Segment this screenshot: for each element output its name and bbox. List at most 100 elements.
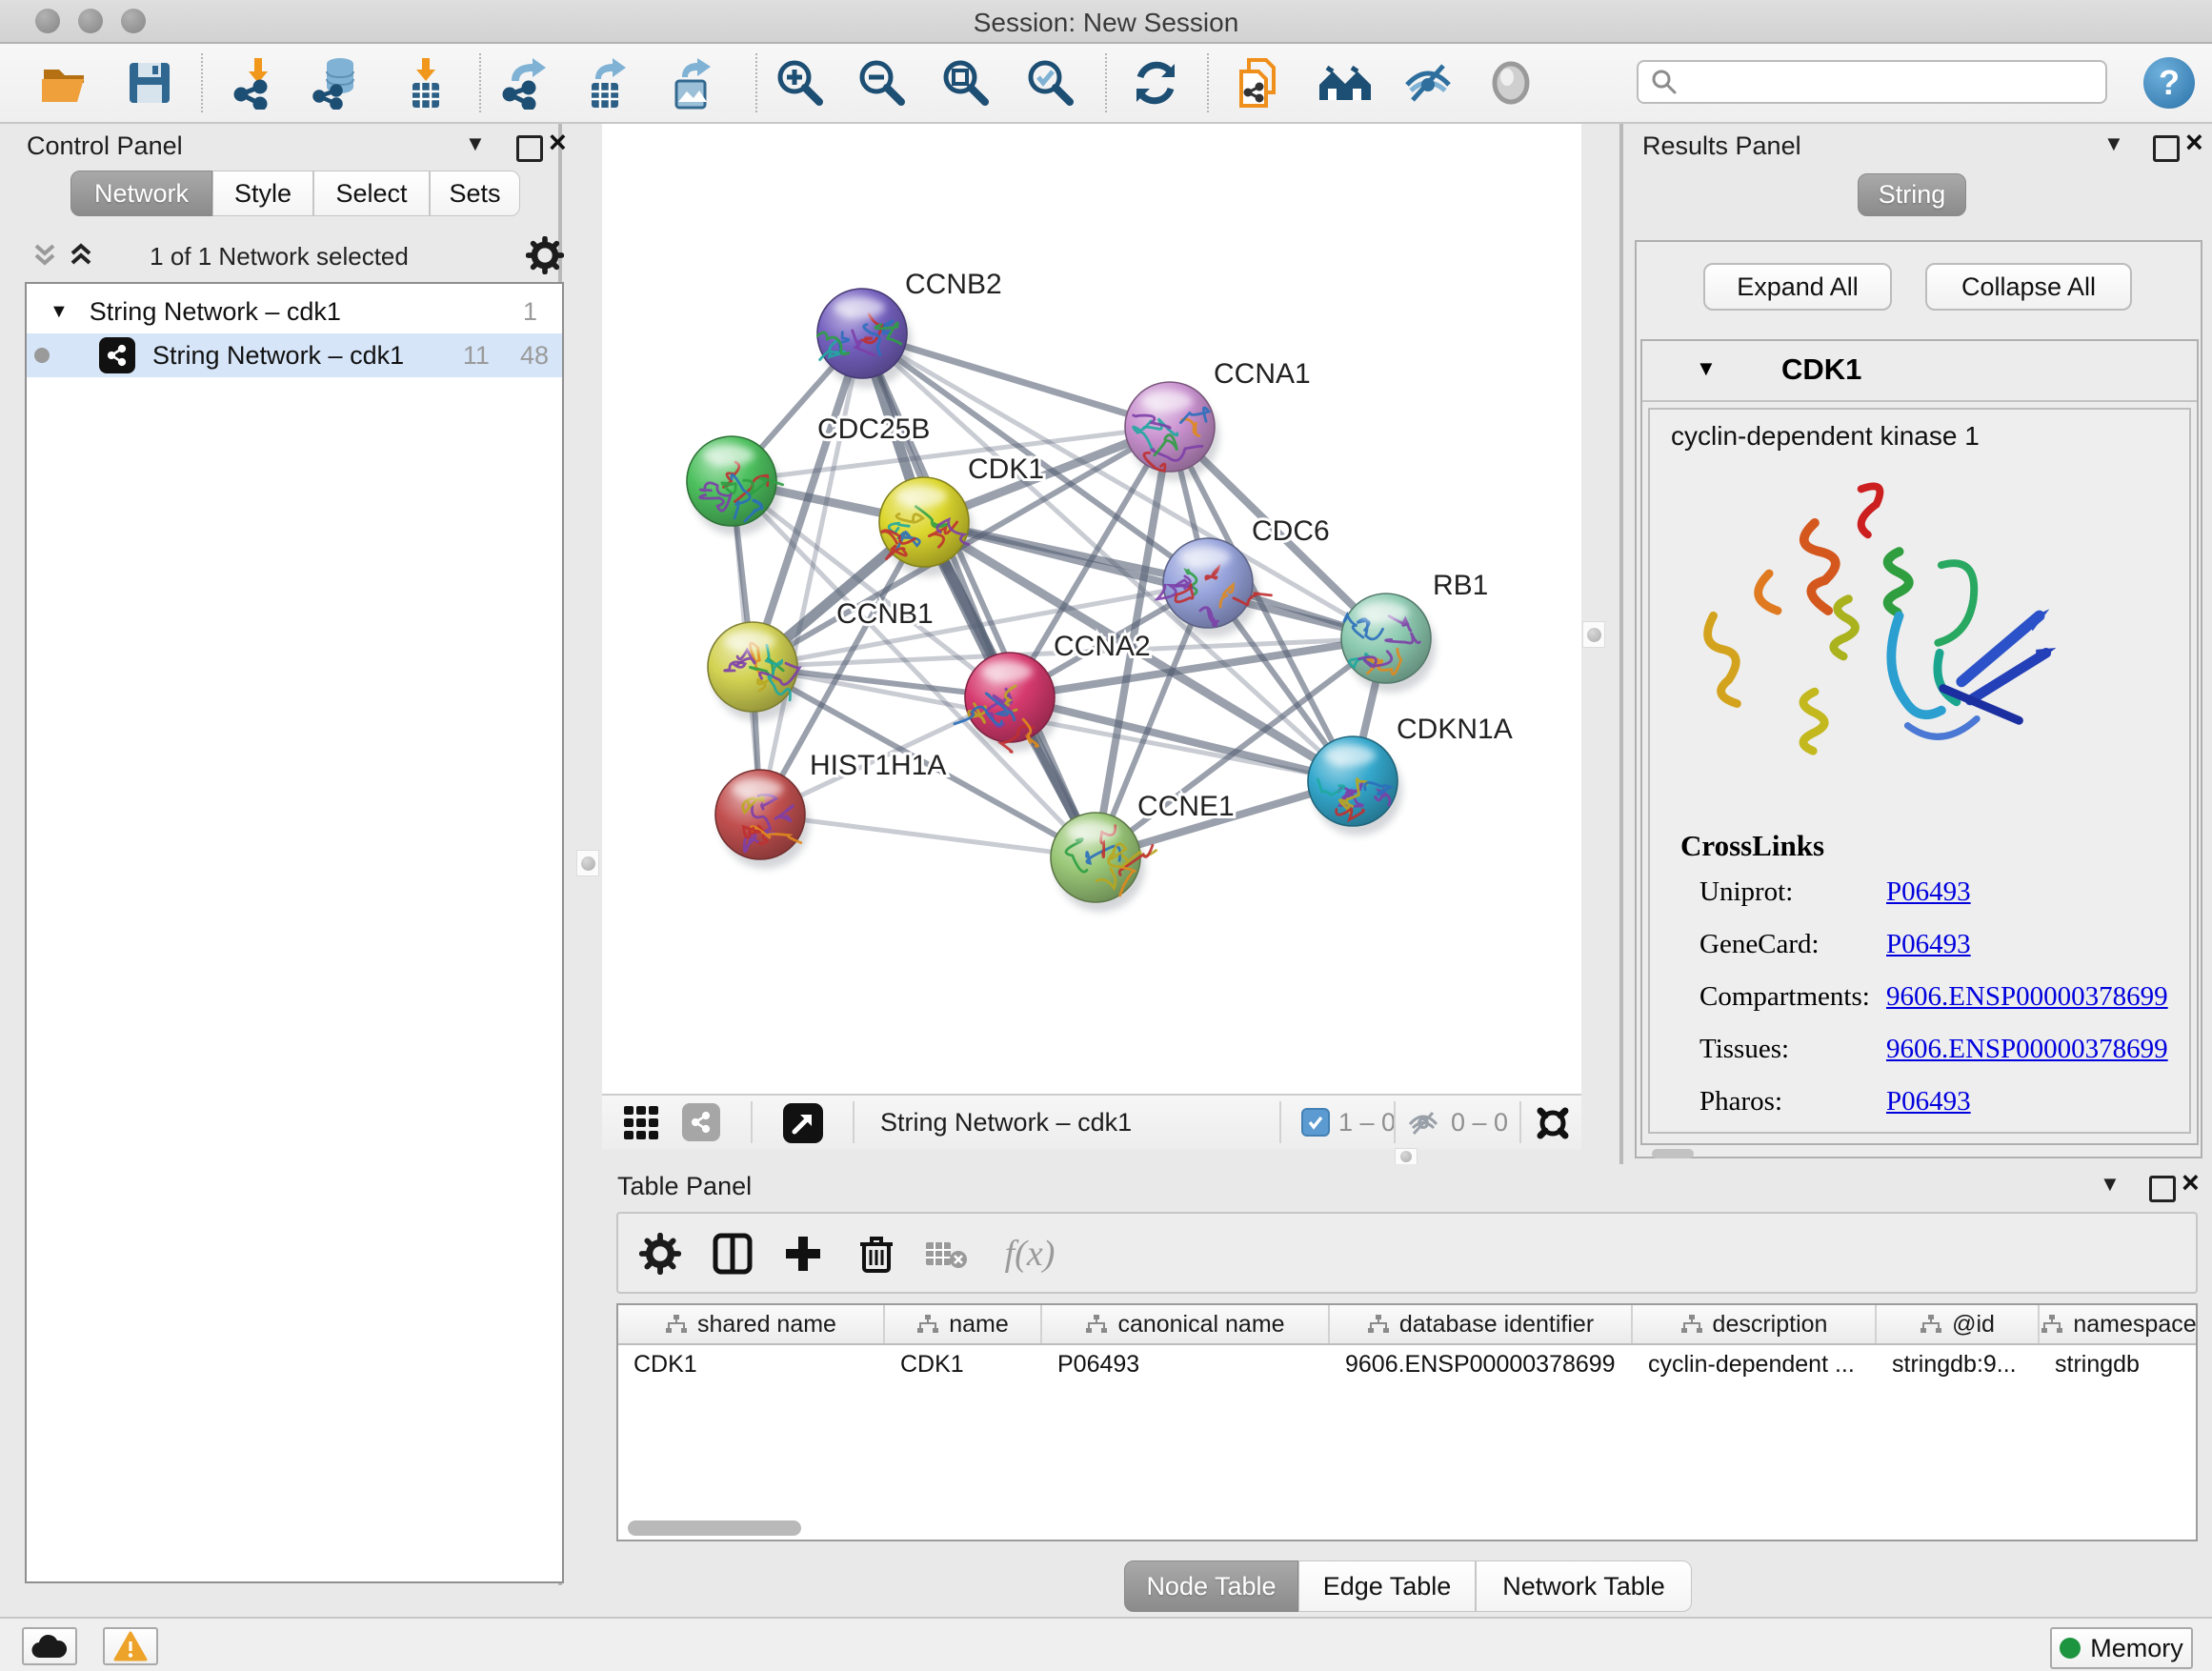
gene-section: ▼ CDK1 cyclin-dependent kinase 1 <box>1640 339 2199 1145</box>
clone-network-button[interactable] <box>1233 55 1288 111</box>
node-label: CCNB2 <box>905 269 1002 300</box>
import-network-database-button[interactable] <box>311 55 366 111</box>
results-panel-title: Results Panel <box>1642 131 1801 161</box>
collection-expand-icon[interactable]: ▼ <box>50 301 69 323</box>
status-bar: Memory <box>0 1617 2212 1671</box>
panel-close-icon[interactable]: × <box>2185 131 2203 152</box>
grid-view-icon[interactable] <box>623 1105 659 1141</box>
gene-details: cyclin-dependent kinase 1 <box>1648 408 2191 1134</box>
tab-edge-table[interactable]: Edge Table <box>1298 1560 1476 1612</box>
help-button[interactable]: ? <box>2143 57 2195 109</box>
show-all-panels-button[interactable] <box>1317 55 1373 111</box>
table-cell[interactable]: P06493 <box>1042 1345 1330 1383</box>
network-share-icon[interactable] <box>682 1103 720 1141</box>
panel-menu-icon[interactable]: ▼ <box>2103 131 2124 156</box>
table-cell[interactable]: CDK1 <box>885 1345 1042 1383</box>
search-input[interactable] <box>1679 67 2082 98</box>
panel-close-icon[interactable]: × <box>2182 1172 2200 1193</box>
zoom-selected-button[interactable] <box>1023 55 1078 111</box>
collapse-all-button[interactable]: Collapse All <box>1925 263 2132 311</box>
column-header[interactable]: description <box>1633 1305 1877 1343</box>
function-builder-icon[interactable]: f(x) <box>992 1227 1068 1280</box>
network-canvas[interactable]: CCNB2CCNA1CDC25BCDK1CDC6RB1CCNB1CCNA2CDK… <box>602 124 1581 1094</box>
panel-float-icon[interactable] <box>2153 135 2180 167</box>
warning-icon <box>113 1631 148 1661</box>
section-collapse-icon[interactable]: ▼ <box>1696 356 1717 381</box>
show-columns-icon[interactable] <box>706 1227 759 1280</box>
export-network-icon <box>498 56 552 110</box>
tab-sets[interactable]: Sets <box>430 171 520 216</box>
crosslinks-title: CrossLinks <box>1680 829 1824 863</box>
network-row-selected[interactable]: String Network – cdk1 11 48 <box>27 333 562 377</box>
import-network-file-button[interactable] <box>231 55 286 111</box>
tab-network[interactable]: Network <box>70 171 212 216</box>
node-label: CDC25B <box>817 413 930 445</box>
tab-network-table[interactable]: Network Table <box>1476 1560 1692 1612</box>
uniprot-link[interactable]: P06493 <box>1886 876 1971 908</box>
panel-menu-icon[interactable]: ▼ <box>465 131 486 156</box>
table-cell[interactable]: stringdb <box>2040 1345 2198 1383</box>
open-session-button[interactable] <box>37 55 92 111</box>
fit-selected-crosshair-icon[interactable] <box>1532 1102 1574 1144</box>
network-graph[interactable]: CCNB2CCNA1CDC25BCDK1CDC6RB1CCNB1CCNA2CDK… <box>602 124 1581 1094</box>
selected-nodes-checkbox-icon[interactable] <box>1301 1108 1330 1137</box>
panel-close-icon[interactable]: × <box>549 131 567 152</box>
import-table-button[interactable] <box>398 55 453 111</box>
column-header[interactable]: name <box>885 1305 1042 1343</box>
horizontal-splitter-handle[interactable] <box>1395 1148 1418 1165</box>
network-options-gear-icon[interactable] <box>526 236 564 274</box>
zoom-in-icon <box>774 56 827 110</box>
export-image-button[interactable] <box>664 55 719 111</box>
pharos-link[interactable]: P06493 <box>1886 1086 1971 1117</box>
table-settings-gear-icon[interactable] <box>633 1227 687 1280</box>
export-network-button[interactable] <box>497 55 553 111</box>
zoom-out-button[interactable] <box>855 55 910 111</box>
refresh-view-button[interactable] <box>1128 55 1183 111</box>
left-splitter-handle[interactable] <box>576 850 599 876</box>
memory-button[interactable]: Memory <box>2050 1627 2193 1669</box>
warning-status-button[interactable] <box>103 1627 158 1665</box>
save-session-button[interactable] <box>122 55 177 111</box>
column-header[interactable]: @id <box>1877 1305 2040 1343</box>
panel-float-icon[interactable] <box>2149 1176 2176 1207</box>
table-cell[interactable]: stringdb:9... <box>1877 1345 2040 1383</box>
hidden-elements-eye-icon[interactable] <box>1406 1105 1440 1139</box>
tab-select[interactable]: Select <box>313 171 430 216</box>
tissues-link[interactable]: 9606.ENSP00000378699 <box>1886 1034 2168 1065</box>
column-header[interactable]: namespace <box>2040 1305 2198 1343</box>
panel-float-icon[interactable] <box>516 135 543 167</box>
birds-eye-view-icon[interactable] <box>783 1103 823 1143</box>
genecard-link[interactable]: P06493 <box>1886 929 1971 960</box>
column-header[interactable]: shared name <box>618 1305 885 1343</box>
right-splitter-handle[interactable] <box>1582 621 1605 648</box>
table-cell[interactable]: cyclin-dependent ... <box>1633 1345 1877 1383</box>
panel-menu-icon[interactable]: ▼ <box>2100 1172 2121 1197</box>
tab-string[interactable]: String <box>1858 173 1966 216</box>
results-scrollbar[interactable] <box>1652 1149 1694 1158</box>
create-column-plus-icon[interactable] <box>776 1227 830 1280</box>
zoom-in-button[interactable] <box>773 55 828 111</box>
delete-table-icon[interactable] <box>919 1227 973 1280</box>
expand-all-button[interactable]: Expand All <box>1703 263 1892 311</box>
table-cell[interactable]: CDK1 <box>618 1345 885 1383</box>
search-field[interactable] <box>1637 60 2107 104</box>
gene-section-header[interactable]: ▼ CDK1 <box>1642 341 2197 402</box>
edge-count: 48 <box>520 341 549 371</box>
column-header[interactable]: canonical name <box>1042 1305 1330 1343</box>
eye-disabled-button[interactable] <box>1483 55 1538 111</box>
compartments-link[interactable]: 9606.ENSP00000378699 <box>1886 981 2168 1013</box>
toolbar-separator <box>755 53 757 112</box>
column-header[interactable]: database identifier <box>1330 1305 1633 1343</box>
memory-label: Memory <box>2090 1634 2183 1663</box>
tab-node-table[interactable]: Node Table <box>1124 1560 1298 1612</box>
zoom-fit-button[interactable] <box>938 55 994 111</box>
network-collection-row[interactable]: ▼ String Network – cdk1 1 <box>27 290 562 333</box>
export-table-button[interactable] <box>579 55 634 111</box>
hide-panels-button[interactable] <box>1400 55 1456 111</box>
table-cell[interactable]: 9606.ENSP00000378699 <box>1330 1345 1633 1383</box>
cloud-status-button[interactable] <box>22 1627 77 1665</box>
gene-name: CDK1 <box>1781 352 1861 387</box>
tab-style[interactable]: Style <box>212 171 313 216</box>
delete-column-trash-icon[interactable] <box>850 1227 903 1280</box>
table-horizontal-scrollbar[interactable] <box>628 1520 801 1536</box>
